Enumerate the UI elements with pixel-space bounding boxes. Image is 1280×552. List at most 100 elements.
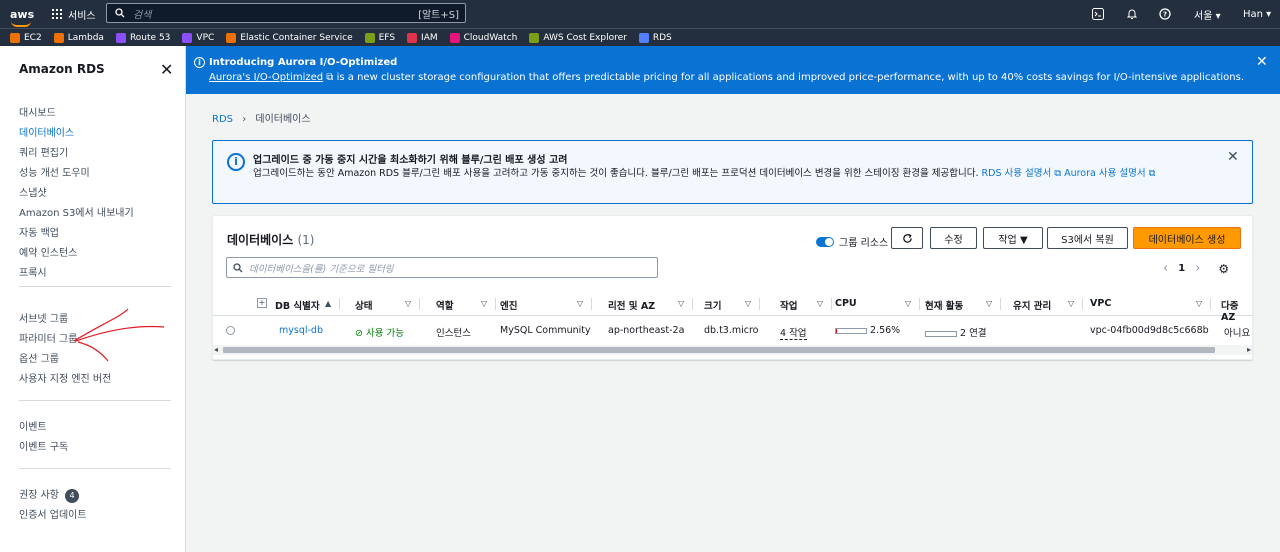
sort-icon[interactable]: ▽ [1068,299,1074,308]
breadcrumb-rds[interactable]: RDS [212,114,233,125]
column-header-7[interactable]: CPU [835,298,857,309]
rds-user-guide-link[interactable]: RDS 사용 설명서 [982,168,1052,179]
actions-count-cell[interactable]: 4 작업 [780,325,807,340]
sidebar-item-group1-6[interactable]: 자동 백업 [19,224,59,239]
sort-icon[interactable]: ▽ [1196,299,1202,308]
sort-icon[interactable]: ▽ [678,299,684,308]
global-search-input[interactable]: 검색 [알트+S] [106,3,466,23]
modify-button[interactable]: 수정 [930,227,977,249]
expand-all-icon[interactable]: + [257,298,267,308]
column-header-8[interactable]: 현재 활동 [925,298,963,312]
column-separator[interactable] [419,298,420,310]
multi-az-cell: 아니요 [1224,328,1251,339]
actions-button[interactable]: 작업 ▼ [983,227,1043,249]
column-header-6[interactable]: 작업 [780,298,797,312]
sort-icon[interactable]: ▽ [405,299,411,308]
sidebar-item-group1-3[interactable]: 성능 개선 도우미 [19,164,90,179]
banner-link[interactable]: Aurora's I/O-Optimized [209,72,323,83]
page-number[interactable]: 1 [1178,263,1185,274]
help-icon[interactable]: ? [1159,0,1171,28]
sidebar-item-group1-8[interactable]: 프록시 [19,264,47,279]
sidebar-item-group1-4[interactable]: 스냅샷 [19,184,47,199]
restore-from-s3-button[interactable]: S3에서 복원 [1047,227,1128,249]
horizontal-scrollbar[interactable]: ◂ ▸ [213,345,1252,355]
column-header-3[interactable]: 엔진 [500,298,517,312]
table-row: mysql-db ⊘ 사용 가능 인스턴스 MySQL Community ap… [213,317,1252,343]
column-header-2[interactable]: 역할 [436,298,453,312]
favorite-route-53[interactable]: Route 53 [115,32,170,43]
column-separator[interactable] [692,298,693,310]
column-header-1[interactable]: 상태 [355,298,372,312]
aurora-user-guide-link[interactable]: Aurora 사용 설명서 [1064,168,1146,179]
sidebar-item-group1-5[interactable]: Amazon S3에서 내보내기 [19,204,134,219]
filter-databases-input[interactable]: 데이터베이스을(를) 기준으로 필터링 [226,257,658,278]
bell-icon[interactable] [1126,0,1138,28]
sidebar-item-group2-3[interactable]: 사용자 지정 엔진 버전 [19,370,111,385]
favorite-rds[interactable]: RDS [638,32,672,43]
favorite-iam[interactable]: IAM [407,32,438,43]
sort-icon[interactable]: ▽ [577,299,583,308]
sidebar-item-group3-0[interactable]: 이벤트 [19,418,47,433]
sidebar-item-group3-1[interactable]: 이벤트 구독 [19,438,68,453]
column-separator[interactable] [831,298,832,310]
column-separator[interactable] [495,298,496,310]
chevron-right-icon[interactable]: › [1195,261,1200,276]
scrollbar-thumb[interactable] [223,347,1215,353]
vpc-cell: vpc-04fb00d9d8c5c668b [1090,325,1209,336]
close-icon[interactable]: ✕ [1256,54,1268,70]
favorite-aws-cost-explorer[interactable]: AWS Cost Explorer [529,32,627,43]
sort-icon[interactable]: ▽ [745,299,751,308]
sidebar-item-group1-0[interactable]: 대시보드 [19,104,56,119]
aws-logo[interactable]: aws [10,8,42,27]
sort-icon[interactable]: ▽ [905,299,911,308]
gear-icon[interactable]: ⚙ [1218,262,1229,276]
column-header-5[interactable]: 크기 [704,298,721,312]
row-select-radio[interactable] [226,326,235,335]
services-menu[interactable]: 서비스 [52,7,96,22]
toggle-switch[interactable] [816,236,834,247]
column-separator[interactable] [759,298,760,310]
favorite-vpc[interactable]: VPC [182,32,214,43]
column-separator[interactable] [1210,298,1211,310]
user-menu[interactable]: Han ▾ [1243,0,1271,28]
db-identifier-link[interactable]: mysql-db [279,325,323,336]
sort-icon[interactable]: ▽ [481,299,487,308]
sidebar-item-group1-2[interactable]: 쿼리 편집기 [19,144,68,159]
favorite-elastic-container-service[interactable]: Elastic Container Service [226,32,353,43]
sidebar-item-recommendations[interactable]: 권장 사항 4 [19,486,79,503]
activity-bar [925,330,957,337]
column-separator[interactable] [1082,298,1083,310]
cloudshell-icon[interactable] [1092,0,1104,28]
column-header-10[interactable]: VPC [1090,298,1111,309]
column-separator[interactable] [591,298,592,310]
scroll-right-icon[interactable]: ▸ [1247,345,1251,354]
sort-icon[interactable]: ▽ [986,299,992,308]
column-header-9[interactable]: 유지 관리 [1013,298,1051,312]
sort-icon[interactable]: ▽ [817,299,823,308]
scroll-left-icon[interactable]: ◂ [214,345,218,354]
chevron-left-icon[interactable]: ‹ [1163,261,1168,276]
close-icon[interactable]: ✕ [160,60,173,79]
column-separator[interactable] [339,298,340,310]
favorite-cloudwatch[interactable]: CloudWatch [449,32,517,43]
sidebar-item-group2-2[interactable]: 옵션 그룹 [19,350,59,365]
favorite-efs[interactable]: EFS [364,32,395,43]
sort-ascending-icon[interactable]: ▲ [325,299,331,308]
column-separator[interactable] [919,298,920,310]
column-header-0[interactable]: DB 식별자 [275,298,320,312]
close-icon[interactable]: ✕ [1227,149,1239,165]
column-header-4[interactable]: 리전 및 AZ [608,298,655,312]
favorite-ec2[interactable]: EC2 [10,32,42,43]
favorite-lambda[interactable]: Lambda [53,32,104,43]
column-separator[interactable] [1000,298,1001,310]
service-icon [53,32,64,43]
create-database-button[interactable]: 데이터베이스 생성 [1133,227,1241,249]
sidebar-item-certificate-update[interactable]: 인증서 업데이트 [19,506,87,521]
sidebar-item-group1-7[interactable]: 예약 인스턴스 [19,244,77,259]
external-link-icon: ⧉ [1054,168,1062,179]
region-selector[interactable]: 서울 ▾ [1194,0,1221,28]
group-resources-toggle[interactable]: 그룹 리소스 [816,234,888,249]
refresh-button[interactable] [891,227,923,249]
sidebar-item-group1-1[interactable]: 데이터베이스 [19,124,74,139]
banner-body: is a new cluster storage configuration t… [333,72,1244,83]
